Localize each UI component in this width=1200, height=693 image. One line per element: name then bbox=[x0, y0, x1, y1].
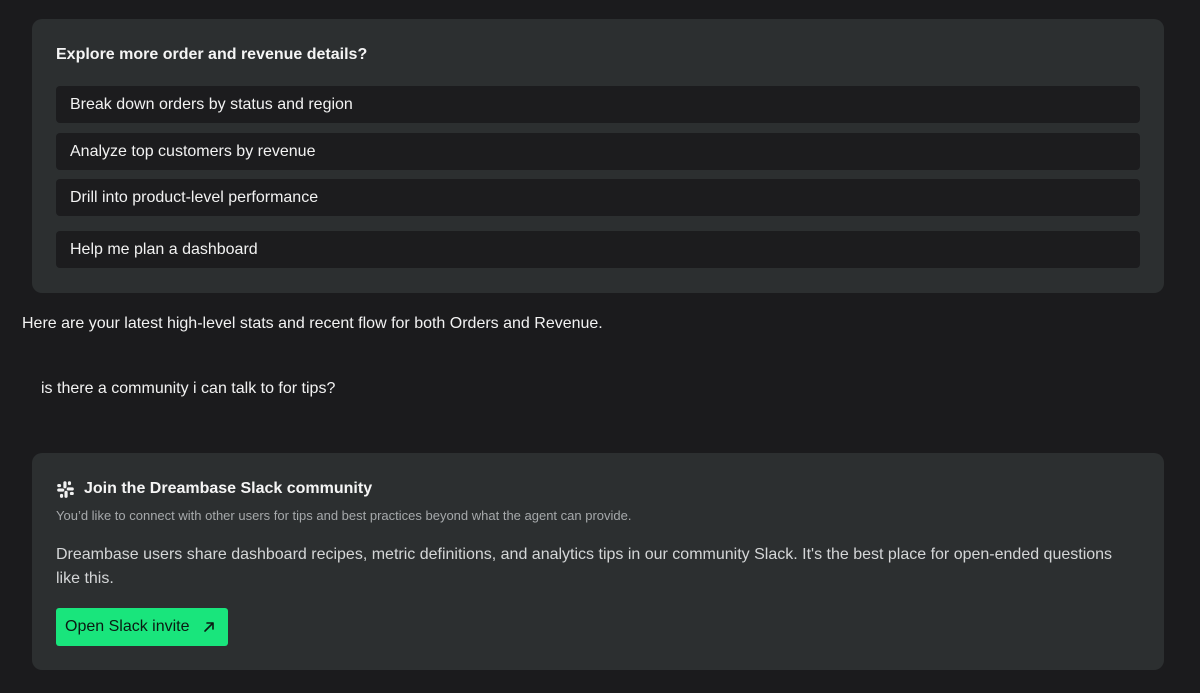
slack-card-subtitle: You’d like to connect with other users f… bbox=[56, 508, 632, 523]
slack-card-title: Join the Dreambase Slack community bbox=[84, 480, 373, 497]
suggestion-label: Drill into product-level performance bbox=[70, 188, 319, 206]
suggestion-plan-dashboard[interactable]: Help me plan a dashboard bbox=[56, 231, 1140, 268]
slack-card-header: Join the Dreambase Slack community bbox=[56, 479, 372, 499]
suggestions-card: Explore more order and revenue details? … bbox=[32, 19, 1164, 293]
suggestion-label: Help me plan a dashboard bbox=[70, 240, 258, 258]
suggestion-breakdown-orders[interactable]: Break down orders by status and region bbox=[56, 86, 1140, 123]
open-slack-invite-label: Open Slack invite bbox=[65, 618, 190, 635]
slack-icon bbox=[56, 480, 75, 499]
open-slack-invite-button[interactable]: Open Slack invite bbox=[56, 608, 228, 646]
slack-community-card: Join the Dreambase Slack community You’d… bbox=[32, 453, 1164, 670]
slack-card-body: Dreambase users share dashboard recipes,… bbox=[56, 546, 1113, 587]
suggestion-product-performance[interactable]: Drill into product-level performance bbox=[56, 179, 1140, 216]
external-arrow-icon bbox=[202, 620, 216, 634]
suggestion-label: Break down orders by status and region bbox=[70, 95, 353, 113]
assistant-message: Here are your latest high-level stats an… bbox=[22, 315, 603, 332]
user-message: is there a community i can talk to for t… bbox=[41, 380, 336, 397]
suggestions-title: Explore more order and revenue details? bbox=[56, 46, 368, 63]
suggestion-label: Analyze top customers by revenue bbox=[70, 142, 316, 160]
suggestion-top-customers[interactable]: Analyze top customers by revenue bbox=[56, 133, 1140, 170]
